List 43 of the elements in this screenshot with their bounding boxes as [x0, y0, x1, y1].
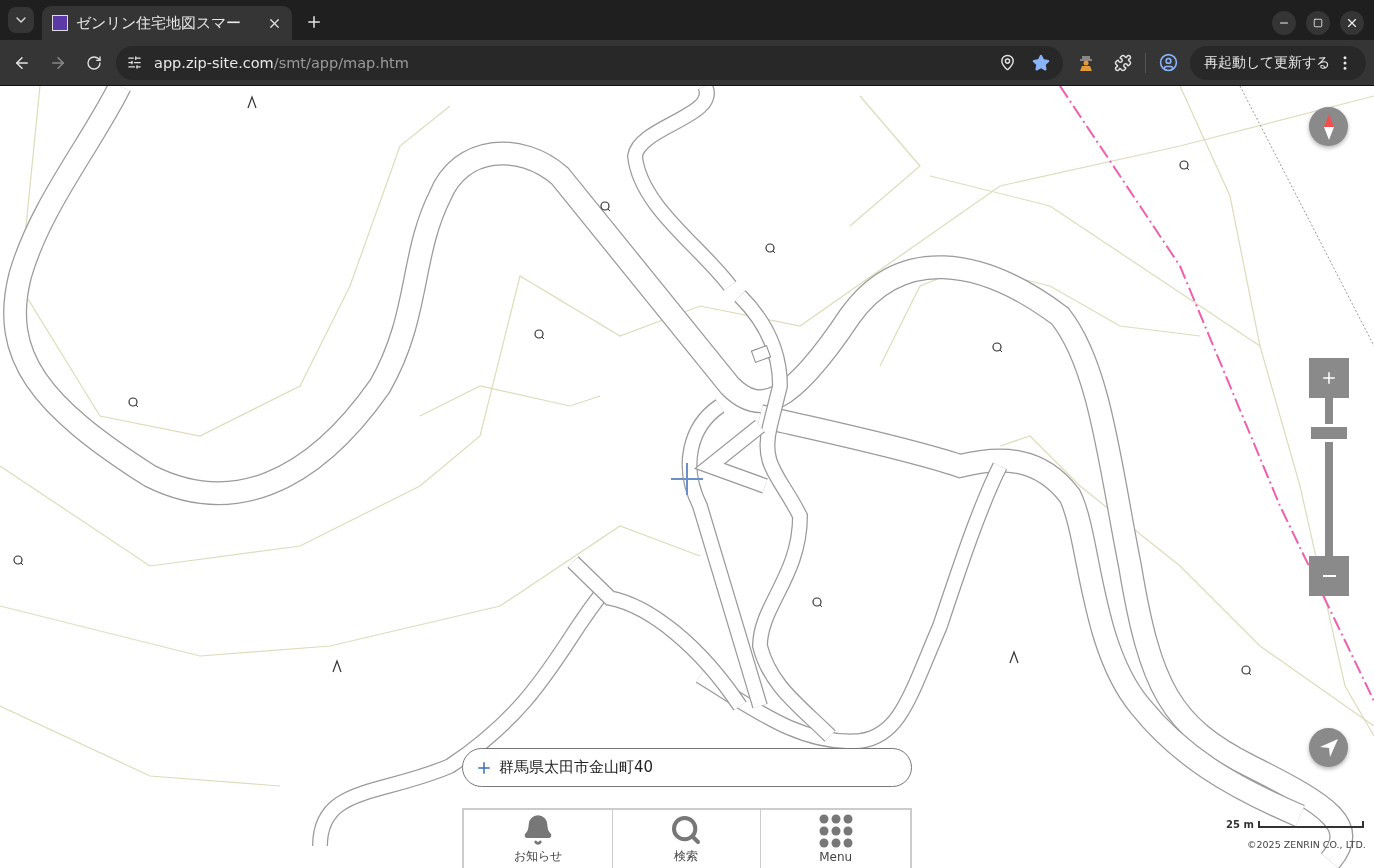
reload-icon — [86, 54, 102, 71]
browser-tab[interactable]: ゼンリン住宅地図スマー — [42, 6, 292, 40]
conifer-symbol-icon — [1009, 650, 1019, 664]
broadleaf-tree-symbol-icon — [13, 555, 24, 566]
broadleaf-tree-symbol-icon — [600, 201, 611, 212]
broadleaf-tree-symbol-icon — [812, 597, 823, 608]
search-icon — [670, 814, 703, 846]
navigation-arrow-icon — [1318, 737, 1339, 758]
broadleaf-tree-symbol-icon — [534, 329, 545, 340]
url-text: app.zip-site.com/smt/app/map.htm — [154, 54, 410, 71]
building-icon — [750, 345, 772, 363]
conifer-symbol-icon — [332, 659, 342, 673]
zoom-in-button[interactable] — [1309, 358, 1349, 398]
address-field[interactable]: 群馬県太田市金山町40 — [462, 748, 912, 787]
compass-needle-icon — [1323, 113, 1334, 140]
dots-grid-icon — [818, 814, 853, 848]
close-window-button[interactable] — [1340, 11, 1364, 35]
scale-label: 25 m — [1226, 819, 1254, 830]
tab-list-button[interactable] — [8, 7, 34, 33]
current-location-button[interactable] — [1309, 728, 1348, 767]
map-center-crosshair-icon — [670, 462, 704, 496]
restore-icon — [1313, 18, 1323, 28]
address-text: 群馬県太田市金山町40 — [499, 758, 654, 777]
broadleaf-tree-symbol-icon — [1241, 665, 1252, 676]
minus-icon — [1322, 575, 1336, 577]
close-icon — [1345, 16, 1359, 30]
restore-button[interactable] — [1306, 11, 1330, 35]
zoom-slider-thumb[interactable] — [1311, 423, 1347, 442]
plus-icon — [1320, 369, 1338, 387]
copyright-text: ©2025 ZENRIN CO., LTD. — [1247, 839, 1366, 850]
tab-title: ゼンリン住宅地図スマー — [76, 13, 242, 33]
address-bar[interactable]: app.zip-site.com/smt/app/map.htm — [116, 45, 1063, 80]
compass-button[interactable] — [1309, 107, 1348, 146]
broadleaf-tree-symbol-icon — [1179, 160, 1190, 171]
conifer-symbol-icon — [247, 95, 257, 109]
site-favicon — [52, 15, 68, 31]
extension-spy-icon[interactable] — [1077, 53, 1095, 72]
broadleaf-tree-symbol-icon — [765, 243, 776, 254]
plus-icon — [305, 13, 323, 31]
minimize-button[interactable] — [1272, 11, 1296, 35]
update-button[interactable]: 再起動して更新する — [1190, 45, 1366, 80]
broadleaf-tree-symbol-icon — [992, 342, 1003, 353]
broadleaf-tree-symbol-icon — [128, 397, 139, 408]
